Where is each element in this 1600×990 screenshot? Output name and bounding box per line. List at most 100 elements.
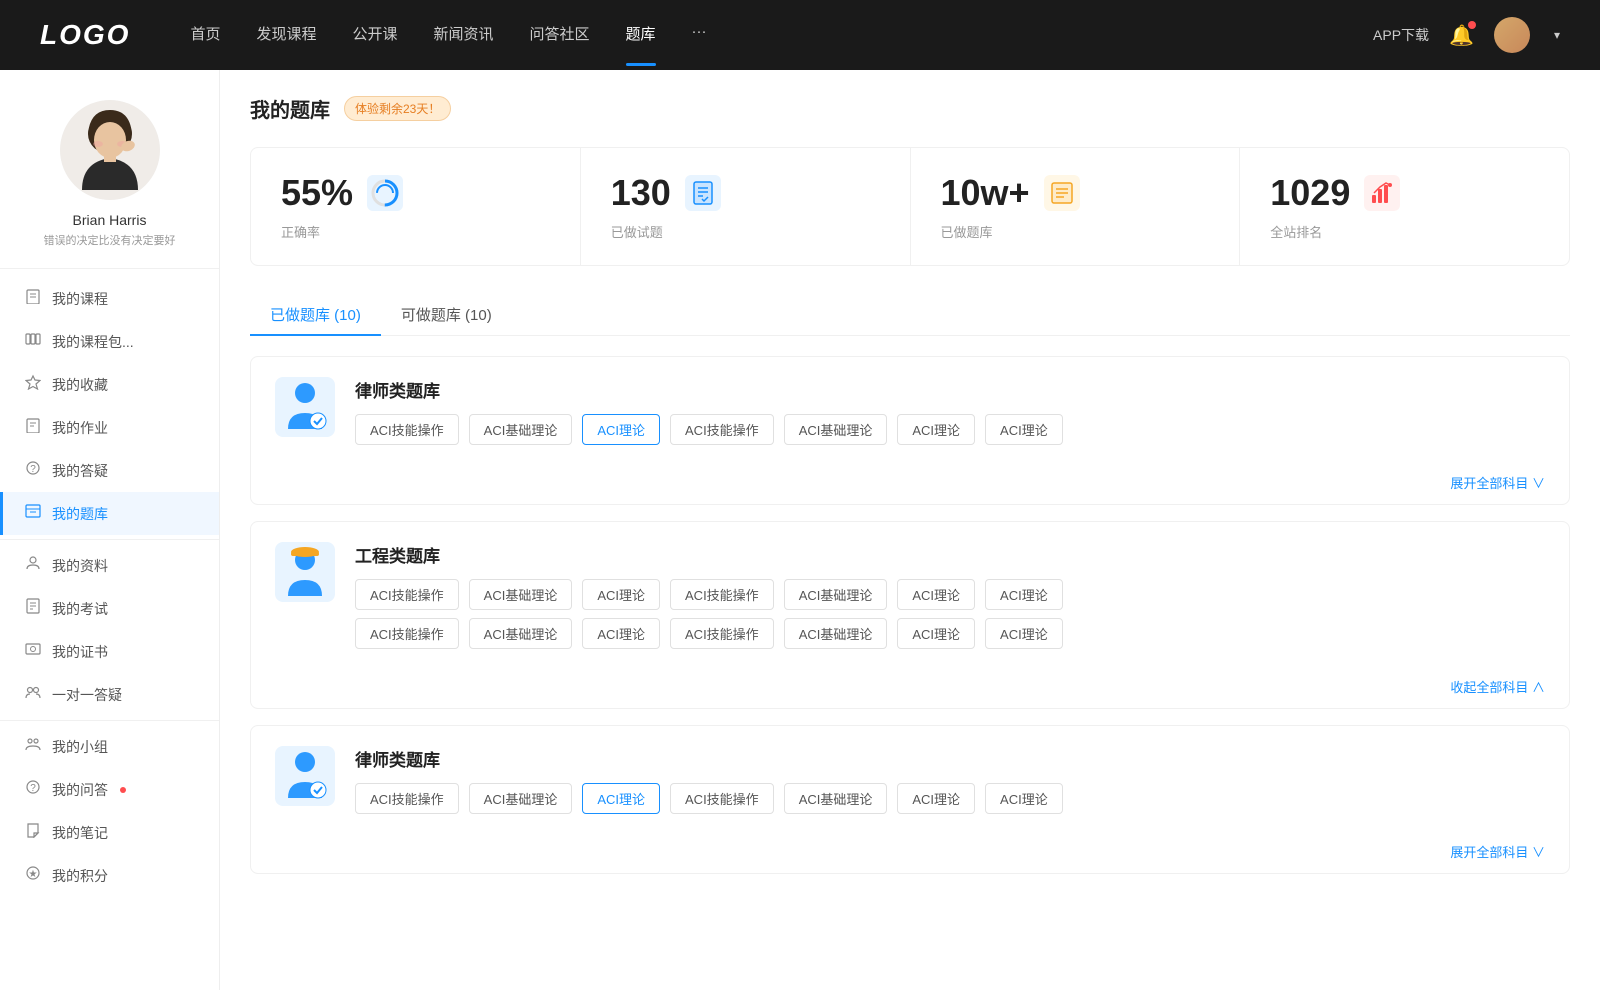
bank-tag-2-6[interactable]: ACI理论 bbox=[985, 579, 1063, 610]
nav-discover[interactable]: 发现课程 bbox=[256, 23, 316, 48]
bank-tag-2-10[interactable]: ACI技能操作 bbox=[670, 618, 774, 649]
sidebar-item-qa[interactable]: ? 我的答疑 bbox=[0, 449, 219, 492]
bank-tag-2-13[interactable]: ACI理论 bbox=[985, 618, 1063, 649]
page-header: 我的题库 体验剩余23天！ bbox=[250, 94, 1570, 123]
sidebar-item-favorites[interactable]: 我的收藏 bbox=[0, 363, 219, 406]
bank-tags-2-row1: ACI技能操作 ACI基础理论 ACI理论 ACI技能操作 ACI基础理论 AC… bbox=[355, 579, 1545, 610]
nav-openclass[interactable]: 公开课 bbox=[352, 23, 397, 48]
bank-tag-2-8[interactable]: ACI基础理论 bbox=[469, 618, 573, 649]
bank-expand-btn-1[interactable]: 展开全部科目 ∨ bbox=[251, 465, 1569, 504]
sidebar-item-label-notes: 我的笔记 bbox=[52, 823, 108, 843]
favorites-icon bbox=[24, 374, 42, 395]
sidebar-item-label-profile: 我的资料 bbox=[52, 556, 108, 576]
nav-qa[interactable]: 问答社区 bbox=[530, 23, 590, 48]
bank-icon-lawyer-2 bbox=[275, 746, 335, 806]
homework-icon bbox=[24, 417, 42, 438]
stats-row: 55% 正确率 130 bbox=[250, 147, 1570, 266]
bank-section-lawyer-1: 律师类题库 ACI技能操作 ACI基础理论 ACI理论 ACI技能操作 ACI基… bbox=[250, 356, 1570, 505]
bank-tag-3-5[interactable]: ACI理论 bbox=[897, 783, 975, 814]
bank-title-3: 律师类题库 bbox=[355, 746, 1063, 771]
bank-tag-2-4[interactable]: ACI基础理论 bbox=[784, 579, 888, 610]
avatar-dropdown-arrow[interactable]: ▾ bbox=[1554, 28, 1560, 42]
sidebar-menu: 我的课程 我的课程包... 我的收藏 我的作业 bbox=[0, 269, 219, 905]
sidebar-item-profile[interactable]: 我的资料 bbox=[0, 544, 219, 587]
sidebar-item-homework[interactable]: 我的作业 bbox=[0, 406, 219, 449]
bank-tag-2-5[interactable]: ACI理论 bbox=[897, 579, 975, 610]
bank-title-1: 律师类题库 bbox=[355, 377, 1063, 402]
nav-home[interactable]: 首页 bbox=[190, 23, 220, 48]
bank-tag-3-3[interactable]: ACI技能操作 bbox=[670, 783, 774, 814]
tab-available[interactable]: 可做题库 (10) bbox=[381, 294, 512, 335]
sidebar-item-exam[interactable]: 我的考试 bbox=[0, 587, 219, 630]
nav-right: APP下载 🔔 ▾ bbox=[1373, 17, 1560, 53]
1on1-icon bbox=[24, 684, 42, 705]
bank-tag-2-1[interactable]: ACI基础理论 bbox=[469, 579, 573, 610]
done-doc-icon bbox=[685, 175, 721, 211]
bank-tag-2-3[interactable]: ACI技能操作 bbox=[670, 579, 774, 610]
avatar-image bbox=[1494, 17, 1530, 53]
sidebar-item-group[interactable]: 我的小组 bbox=[0, 725, 219, 768]
accuracy-chart-icon bbox=[367, 175, 403, 211]
stat-done-top: 130 bbox=[611, 172, 880, 214]
stat-banks-top: 10w+ bbox=[941, 172, 1210, 214]
bank-tag-1-4[interactable]: ACI基础理论 bbox=[784, 414, 888, 445]
sidebar-item-points[interactable]: ★ 我的积分 bbox=[0, 854, 219, 897]
tab-done[interactable]: 已做题库 (10) bbox=[250, 294, 381, 335]
bank-tag-1-3[interactable]: ACI技能操作 bbox=[670, 414, 774, 445]
main-layout: Brian Harris 错误的决定比没有决定要好 我的课程 我的课程包... bbox=[0, 70, 1600, 990]
sidebar-item-courses[interactable]: 我的课程 bbox=[0, 277, 219, 320]
nav-more[interactable]: ··· bbox=[692, 23, 707, 48]
bank-header-2: 工程类题库 ACI技能操作 ACI基础理论 ACI理论 ACI技能操作 ACI基… bbox=[251, 522, 1569, 669]
bank-tag-3-0[interactable]: ACI技能操作 bbox=[355, 783, 459, 814]
bank-tag-1-0[interactable]: ACI技能操作 bbox=[355, 414, 459, 445]
sidebar-item-label-qa: 我的答疑 bbox=[52, 461, 108, 481]
bank-tag-2-7[interactable]: ACI技能操作 bbox=[355, 618, 459, 649]
bank-tag-3-1[interactable]: ACI基础理论 bbox=[469, 783, 573, 814]
nav-bank[interactable]: 题库 bbox=[626, 23, 656, 48]
sidebar-item-cert[interactable]: 我的证书 bbox=[0, 630, 219, 673]
stat-rank-value: 1029 bbox=[1270, 172, 1350, 214]
bank-tag-2-0[interactable]: ACI技能操作 bbox=[355, 579, 459, 610]
stat-banks-label: 已做题库 bbox=[941, 222, 1210, 241]
sidebar-item-1on1[interactable]: 一对一答疑 bbox=[0, 673, 219, 716]
bank-tag-1-2[interactable]: ACI理论 bbox=[582, 414, 660, 445]
bank-tag-3-2[interactable]: ACI理论 bbox=[582, 783, 660, 814]
notification-bell[interactable]: 🔔 bbox=[1449, 23, 1474, 48]
bank-tag-2-11[interactable]: ACI基础理论 bbox=[784, 618, 888, 649]
sidebar-item-bank[interactable]: 我的题库 bbox=[0, 492, 219, 535]
menu-divider-1 bbox=[0, 539, 219, 540]
profile-icon bbox=[24, 555, 42, 576]
sidebar-item-notes[interactable]: 我的笔记 bbox=[0, 811, 219, 854]
bank-tag-2-2[interactable]: ACI理论 bbox=[582, 579, 660, 610]
user-avatar[interactable] bbox=[1494, 17, 1530, 53]
tabs-row: 已做题库 (10) 可做题库 (10) bbox=[250, 294, 1570, 336]
bank-tag-2-9[interactable]: ACI理论 bbox=[582, 618, 660, 649]
stat-accuracy-label: 正确率 bbox=[281, 222, 550, 241]
sidebar-item-label-courses: 我的课程 bbox=[52, 289, 108, 309]
bank-tag-3-4[interactable]: ACI基础理论 bbox=[784, 783, 888, 814]
app-download[interactable]: APP下载 bbox=[1373, 25, 1429, 45]
bank-tag-1-6[interactable]: ACI理论 bbox=[985, 414, 1063, 445]
avatar bbox=[60, 100, 160, 200]
stat-done-questions: 130 已做试题 bbox=[581, 148, 911, 265]
bank-expand-btn-3[interactable]: 展开全部科目 ∨ bbox=[251, 834, 1569, 873]
bank-tag-1-1[interactable]: ACI基础理论 bbox=[469, 414, 573, 445]
svg-text:?: ? bbox=[30, 464, 36, 475]
myqa-notification-dot bbox=[120, 787, 126, 793]
bank-tag-3-6[interactable]: ACI理论 bbox=[985, 783, 1063, 814]
avatar-illustration bbox=[60, 100, 160, 200]
nav-news[interactable]: 新闻资讯 bbox=[434, 23, 494, 48]
trial-badge: 体验剩余23天！ bbox=[344, 96, 451, 121]
bank-header-1: 律师类题库 ACI技能操作 ACI基础理论 ACI理论 ACI技能操作 ACI基… bbox=[251, 357, 1569, 465]
sidebar-item-label-myqa: 我的问答 bbox=[52, 780, 108, 800]
bank-tag-2-12[interactable]: ACI理论 bbox=[897, 618, 975, 649]
bank-tag-1-5[interactable]: ACI理论 bbox=[897, 414, 975, 445]
bank-collapse-label: 收起全部科目 ∧ bbox=[1450, 680, 1545, 695]
sidebar: Brian Harris 错误的决定比没有决定要好 我的课程 我的课程包... bbox=[0, 70, 220, 990]
bank-expand-label-3: 展开全部科目 ∨ bbox=[1450, 845, 1545, 860]
sidebar-item-coursepack[interactable]: 我的课程包... bbox=[0, 320, 219, 363]
sidebar-item-myqa[interactable]: ? 我的问答 bbox=[0, 768, 219, 811]
stat-accuracy-value: 55% bbox=[281, 172, 353, 214]
sidebar-item-label-1on1: 一对一答疑 bbox=[52, 685, 122, 705]
bank-collapse-btn[interactable]: 收起全部科目 ∧ bbox=[251, 669, 1569, 708]
